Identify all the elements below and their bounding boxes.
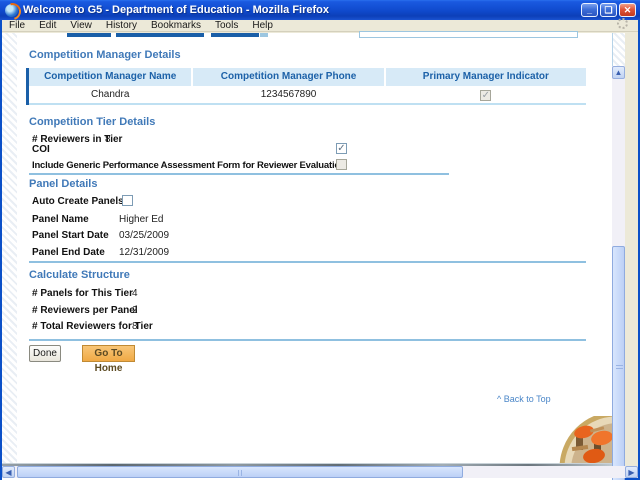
section-divider [29,173,449,175]
partial-tab-bar [116,33,204,37]
auto-create-panels-label: Auto Create Panels [32,196,124,207]
panels-for-tier-label: # Panels for This Tier [32,288,133,299]
reviewers-per-panel-value: 2 [132,305,138,316]
table-accent-bar [26,68,29,105]
classroom-chairs-image [536,416,612,463]
section-heading-calc: Calculate Structure [29,269,130,281]
partial-tab-cap [260,33,268,37]
title-bar: Welcome to G5 - Department of Education … [0,0,640,20]
panels-for-tier-value: 4 [132,288,138,299]
col-header-phone: Competition Manager Phone [193,68,384,86]
cell-manager-phone: 1234567890 [260,89,317,100]
panel-start-date-value: 03/25/2009 [119,230,170,241]
include-generic-form-label: Include Generic Performance Assessment F… [32,160,346,171]
window-title: Welcome to G5 - Department of Education … [23,4,329,16]
section-heading-panel: Panel Details [29,178,98,190]
col-header-name: Competition Manager Name [29,68,192,86]
manager-table: Competition Manager Name Competition Man… [26,68,586,105]
coi-label: COI [32,144,50,155]
section-heading-manager: Competition Manager Details [29,49,181,61]
auto-create-panels-checkbox[interactable] [122,195,133,206]
go-to-home-button[interactable]: Go To Home [82,345,135,374]
close-button[interactable]: ✕ [619,3,636,17]
scroll-up-button[interactable]: ▲ [612,66,625,79]
activity-throbber-icon [617,18,628,29]
vertical-scrollbar[interactable]: ▲ ▼ [612,66,625,480]
back-to-top-link[interactable]: ^ Back to Top [497,394,551,404]
scroll-left-button[interactable]: ◀ [2,466,15,478]
reviewers-per-panel-label: # Reviewers per Panel [32,305,138,316]
menu-bookmarks[interactable]: Bookmarks [144,20,208,31]
cell-primary-indicator [386,86,586,103]
vertical-scroll-thumb[interactable] [612,246,625,480]
panel-start-date-label: Panel Start Date [32,230,109,241]
menu-edit[interactable]: Edit [32,20,63,31]
section-divider [29,261,586,263]
page-content: Competition Manager Details Competition … [17,31,613,466]
firefox-icon [5,3,18,17]
section-divider [29,339,586,341]
total-reviewers-value: 8 [132,321,138,332]
menu-history[interactable]: History [99,20,144,31]
scroll-right-button[interactable]: ▶ [625,466,638,478]
menu-tools[interactable]: Tools [208,20,245,31]
coi-checkbox[interactable] [336,143,347,154]
horizontal-scrollbar[interactable]: ◀ ▶ [2,466,638,478]
browser-window: Welcome to G5 - Department of Education … [0,0,640,480]
partial-tab-bar [211,33,259,37]
partial-tab-bar [67,33,111,37]
primary-manager-checkbox [480,90,492,101]
panel-end-date-value: 12/31/2009 [119,247,170,258]
page-viewport: Competition Manager Details Competition … [2,31,625,480]
include-generic-form-checkbox[interactable] [336,159,347,170]
minimize-button[interactable]: _ [581,3,598,17]
table-header-row: Competition Manager Name Competition Man… [29,68,586,86]
section-heading-tier: Competition Tier Details [29,116,156,128]
menu-help[interactable]: Help [245,20,280,31]
cell-manager-name: Chandra [91,89,130,100]
horizontal-scroll-thumb[interactable] [17,466,463,478]
done-button[interactable]: Done [29,345,61,362]
table-row: Chandra 1234567890 [29,86,586,105]
col-header-primary: Primary Manager Indicator [385,68,586,86]
panel-end-date-label: Panel End Date [32,247,105,258]
menu-view[interactable]: View [63,20,99,31]
maximize-button[interactable]: ❏ [600,3,617,17]
panel-name-value: Higher Ed [119,214,164,225]
partial-search-box [359,31,578,38]
reviewers-in-tier-value: 8 [105,134,111,145]
menu-file[interactable]: File [2,20,32,31]
panel-name-label: Panel Name [32,214,89,225]
